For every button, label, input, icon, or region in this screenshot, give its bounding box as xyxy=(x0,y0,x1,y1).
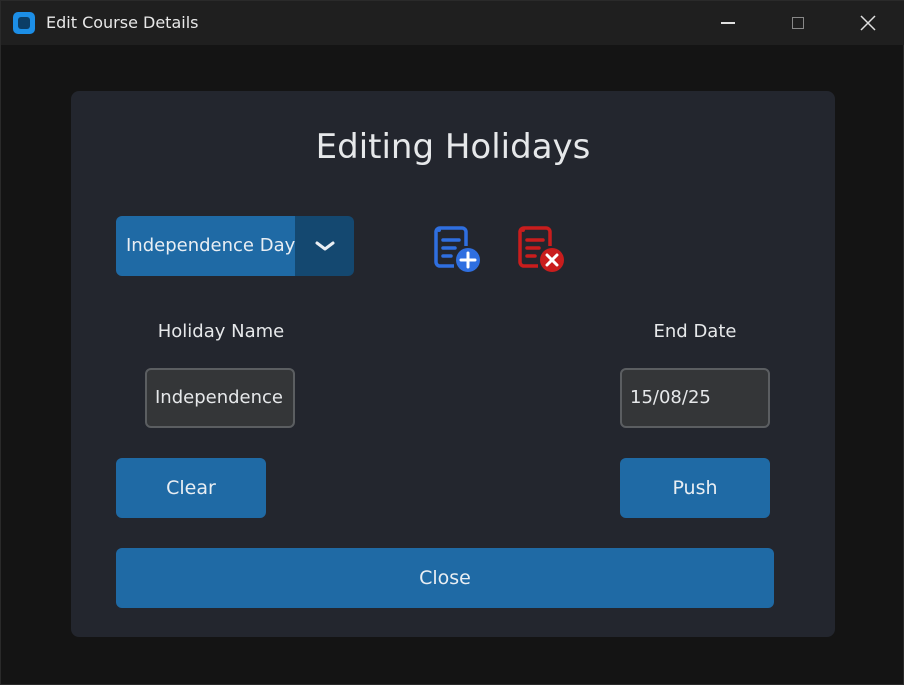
add-holiday-button[interactable] xyxy=(428,220,484,276)
close-button[interactable]: Close xyxy=(116,548,774,608)
holiday-editor-panel: Editing Holidays Independence Day Holida… xyxy=(71,91,835,637)
app-icon xyxy=(13,12,35,34)
end-date-input[interactable]: 15/08/25 xyxy=(620,368,770,428)
title-bar[interactable]: Edit Course Details xyxy=(1,1,904,45)
maximize-icon xyxy=(792,17,804,29)
add-list-icon xyxy=(434,226,480,272)
close-icon xyxy=(860,15,876,31)
delete-holiday-button[interactable] xyxy=(512,220,568,276)
maximize-button[interactable] xyxy=(775,1,821,45)
push-button[interactable]: Push xyxy=(620,458,770,518)
delete-list-icon xyxy=(518,226,564,272)
close-window-button[interactable] xyxy=(845,1,891,45)
clear-button[interactable]: Clear xyxy=(116,458,266,518)
page-title: Editing Holidays xyxy=(315,127,591,167)
minimize-icon xyxy=(721,22,735,24)
holiday-select-value[interactable]: Independence Day xyxy=(116,216,295,276)
holiday-name-label: Holiday Name xyxy=(157,321,285,342)
holiday-select-arrow[interactable] xyxy=(295,216,354,276)
end-date-label: End Date xyxy=(653,321,737,342)
app-window: Edit Course Details Editing Holidays Ind… xyxy=(0,0,904,685)
minimize-button[interactable] xyxy=(705,1,751,45)
chevron-down-icon xyxy=(315,241,334,251)
holiday-select[interactable]: Independence Day xyxy=(116,216,354,276)
window-title: Edit Course Details xyxy=(46,13,199,32)
holiday-name-input[interactable]: Independence xyxy=(145,368,295,428)
